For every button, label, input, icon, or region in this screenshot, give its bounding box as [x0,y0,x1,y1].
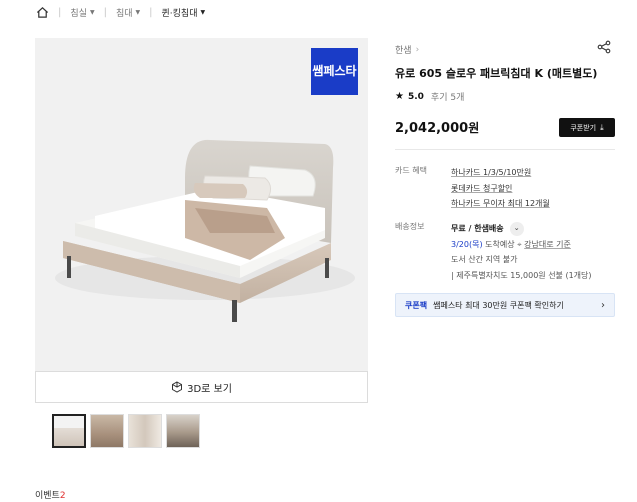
brand-name: 한샘 [395,46,412,56]
breadcrumb: | 침실 ▼ | 침대 ▼ | 퀸·킹침대 ▼ [36,4,205,20]
brand-link[interactable]: 한샘 › [395,43,420,57]
breadcrumb-label: 퀸·킹침대 [161,8,198,19]
caret-down-icon: ▼ [135,8,141,16]
divider [395,149,615,150]
event-label: 이벤트 [35,491,60,501]
download-icon: ⤓ [600,122,604,132]
thumbnail-3[interactable] [128,414,162,448]
caret-down-icon: ▼ [89,8,95,16]
shipping-method-row: 무료 / 한샘배송 ⌄ [451,221,592,237]
coupon-download-button[interactable]: 쿠폰받기 ⤓ [559,118,615,137]
coupon-pack-banner[interactable]: 쿠폰팩 쌤페스타 최대 30만원 쿠폰팩 확인하기 › [395,293,615,317]
product-price: 2,042,000원 [395,119,479,136]
sam-festa-badge: 쌤페스타 [311,48,358,95]
thumbnail-strip [52,414,200,448]
delivery-estimate-row: 3/20(목) 도착예상 ⌖ 강남대로 기준 [451,237,592,253]
view-3d-label: 3D로 보기 [187,383,232,395]
event-count: 2 [59,491,66,501]
chevron-right-icon: › [601,299,605,311]
chevron-down-icon[interactable]: ⌄ [509,221,524,236]
card-benefit-item[interactable]: 롯데카드 청구할인 [451,181,550,197]
event-section-label: 이벤트2 [35,488,66,501]
location-pin-icon: ⌖ [517,239,522,249]
breadcrumb-label: 침실 [70,8,87,19]
product-title: 유로 605 슬로우 패브릭침대 K (매트별도) [395,67,598,80]
shipping-label: 배송정보 [395,222,425,231]
card-benefit-item[interactable]: 하나카드 무이자 최대 12개월 [451,196,550,212]
breadcrumb-separator: | [58,6,62,18]
thumbnail-4[interactable] [166,414,200,448]
breadcrumb-separator: | [103,6,107,18]
shipping-method: 무료 / 한샘배송 [451,224,504,233]
rating-summary[interactable]: ★ 5.0 후기 5개 [395,90,464,103]
thumbnail-1[interactable] [52,414,86,448]
review-count: 후기 5개 [430,93,465,103]
breadcrumb-separator: | [149,6,153,18]
price-unit: 원 [468,121,480,135]
card-benefit-item[interactable]: 하나카드 1/3/5/10만원 [451,165,550,181]
breadcrumb-item-queen-king[interactable]: 퀸·킹침대 ▼ [162,6,206,19]
coupon-download-label: 쿠폰받기 [570,123,597,132]
thumbnail-2[interactable] [90,414,124,448]
breadcrumb-label: 침대 [115,8,133,19]
coupon-pack-tag: 쿠폰팩 [405,300,428,310]
card-benefit-list: 하나카드 1/3/5/10만원 롯데카드 청구할인 하나카드 무이자 최대 12… [451,165,550,212]
card-benefit-label: 카드 혜택 [395,166,427,175]
star-icon: ★ [395,91,404,102]
home-icon[interactable] [36,6,49,19]
shipping-note: 도서 산간 지역 불가 [451,255,518,264]
cube-3d-icon [172,381,183,393]
coupon-pack-text: 쌤페스타 최대 30만원 쿠폰팩 확인하기 [433,300,564,310]
caret-down-icon: ▼ [200,8,206,16]
view-3d-button[interactable]: 3D로 보기 [35,371,368,403]
price-value: 2,042,000 [395,121,469,136]
shipping-note: | 제주특별자치도 15,000원 선불 (1개당) [451,270,592,280]
delivery-date: 3/20(목) [451,239,483,249]
delivery-location-link[interactable]: 강남대로 기준 [524,240,571,249]
breadcrumb-item-bed[interactable]: 침대 ▼ [116,6,140,19]
shipping-info: 무료 / 한샘배송 ⌄ 3/20(목) 도착예상 ⌖ 강남대로 기준 도서 산간… [451,221,592,283]
delivery-suffix: 도착예상 [482,239,515,249]
rating-score: 5.0 [407,91,424,102]
share-icon[interactable] [597,40,611,54]
chevron-right-icon: › [415,44,420,55]
breadcrumb-item-bedroom[interactable]: 침실 ▼ [70,6,94,19]
